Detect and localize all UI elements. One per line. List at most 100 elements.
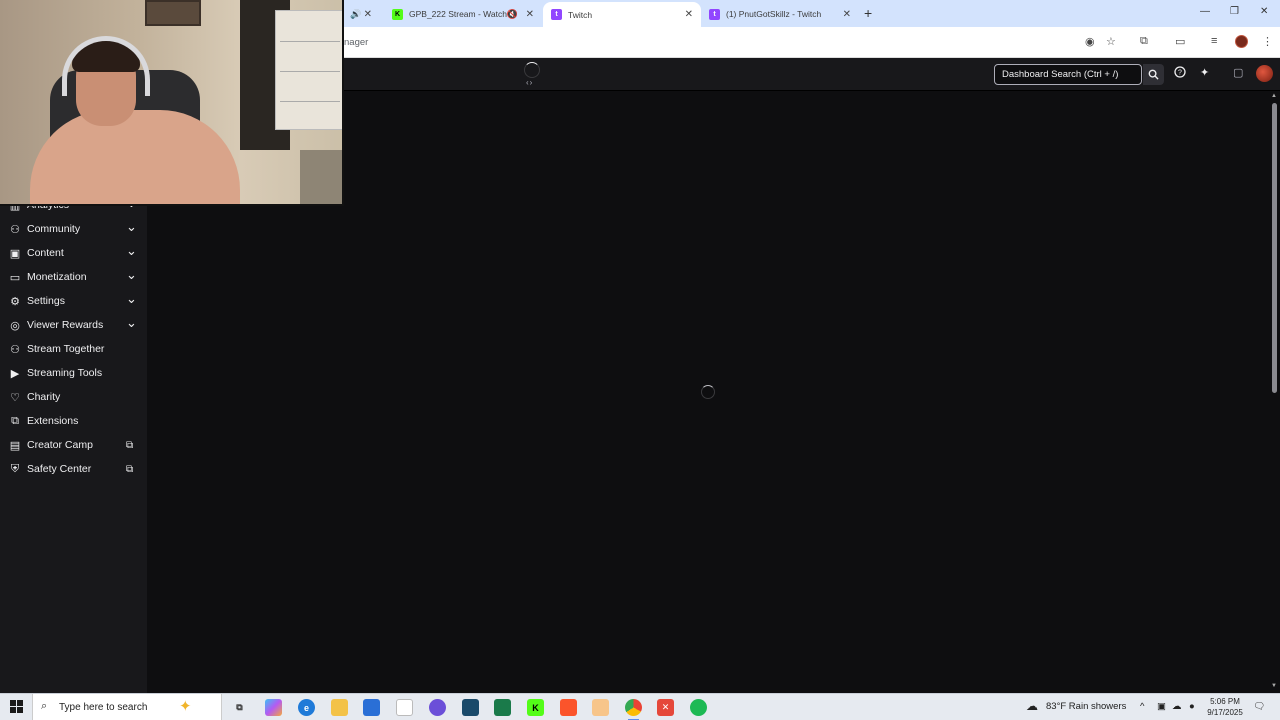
kick-icon: K bbox=[392, 8, 403, 20]
eye-off-icon[interactable]: ◉ bbox=[1085, 35, 1095, 48]
address-bar[interactable]: nager bbox=[340, 30, 1140, 54]
star-icon[interactable]: ☆ bbox=[1106, 35, 1116, 48]
svg-text:?: ? bbox=[1178, 70, 1182, 77]
sidebar-item-settings[interactable]: ⚙ Settings ⌄ bbox=[0, 290, 147, 312]
restore-icon[interactable]: ❐ bbox=[1230, 6, 1239, 17]
cast-icon[interactable]: ▭ bbox=[1175, 35, 1185, 48]
settings-icon: ⚙ bbox=[10, 295, 20, 308]
sidebar-item-label: Viewer Rewards bbox=[27, 319, 104, 331]
search-icon: ⌕ bbox=[41, 700, 48, 712]
brave-icon[interactable] bbox=[560, 699, 577, 716]
dashboard-search-input[interactable]: Dashboard Search (Ctrl + /) bbox=[994, 64, 1142, 85]
new-tab-button[interactable]: + bbox=[864, 5, 872, 21]
chevron-down-icon[interactable]: ⌄ bbox=[126, 219, 137, 235]
tab-twitch[interactable]: t Twitch ✕ bbox=[543, 2, 701, 27]
taskbar-search[interactable]: ⌕ Type here to search ✦ bbox=[32, 694, 222, 720]
tab-kick-stream[interactable]: K GPB_222 Stream - Watch Li 🔇 ✕ bbox=[384, 3, 542, 25]
close-icon[interactable]: ✕ bbox=[364, 9, 372, 20]
files-icon[interactable] bbox=[592, 699, 609, 716]
notifications-icon[interactable]: 🗨 bbox=[1253, 701, 1265, 712]
user-avatar[interactable] bbox=[1256, 65, 1273, 82]
taskbar-search-placeholder: Type here to search bbox=[59, 702, 148, 713]
sidebar-item-label: Stream Together bbox=[27, 343, 105, 355]
sidebar-item-charity[interactable]: ♡ Charity bbox=[0, 386, 147, 408]
spotify-icon[interactable] bbox=[690, 699, 707, 716]
collapse-arrows-icon[interactable]: ‹› bbox=[526, 78, 533, 87]
task-view-icon[interactable]: ⧉ bbox=[231, 699, 248, 716]
stream-together-icon: ⚇ bbox=[10, 343, 20, 356]
sidebar-item-streaming-tools[interactable]: ▶ Streaming Tools bbox=[0, 362, 147, 384]
xbox-icon[interactable] bbox=[494, 699, 511, 716]
twitch-icon: t bbox=[551, 9, 562, 20]
clock-time: 5:06 PM bbox=[1210, 697, 1240, 706]
speaker-icon: 🔊 bbox=[350, 8, 362, 19]
app-icon[interactable] bbox=[429, 699, 446, 716]
screen: 🔊 ✕ K GPB_222 Stream - Watch Li 🔇 ✕ t Tw… bbox=[0, 0, 1280, 720]
scroll-down-arrow[interactable]: ▼ bbox=[1271, 683, 1277, 689]
muted-speaker-icon[interactable]: 🔇 bbox=[507, 9, 518, 20]
scroll-up-arrow[interactable]: ▲ bbox=[1271, 93, 1277, 99]
monetization-icon: ▭ bbox=[9, 271, 21, 284]
sparkle-icon[interactable]: ✦ bbox=[1200, 66, 1209, 79]
sidebar-item-community[interactable]: ⚇ Community ⌄ bbox=[0, 218, 147, 240]
sidebar-item-viewer-rewards[interactable]: ◎ Viewer Rewards ⌄ bbox=[0, 314, 147, 336]
copilot-icon[interactable] bbox=[265, 699, 282, 716]
extensions-puzzle-icon[interactable]: ⧉ bbox=[1140, 35, 1148, 48]
media-control-icon[interactable]: ≡ bbox=[1211, 35, 1217, 47]
close-app-icon[interactable]: ✕ bbox=[657, 699, 674, 716]
external-link-icon[interactable]: ⧉ bbox=[126, 440, 133, 451]
scrollbar[interactable]: ▲ ▼ bbox=[1268, 91, 1280, 693]
sidebar-item-creator-camp[interactable]: ▤ Creator Camp ⧉ bbox=[0, 434, 147, 456]
tray-chevron-icon[interactable]: ^ bbox=[1140, 701, 1144, 712]
tab-audio-partial[interactable]: 🔊 ✕ bbox=[344, 3, 374, 25]
creator-camp-icon: ▤ bbox=[9, 439, 21, 452]
close-icon[interactable]: ✕ bbox=[526, 9, 534, 20]
store-icon[interactable] bbox=[363, 699, 380, 716]
sidebar-item-label: Extensions bbox=[27, 415, 79, 427]
sidebar-item-label: Creator Camp bbox=[27, 439, 93, 451]
sidebar-item-extensions[interactable]: ⧉ Extensions bbox=[0, 410, 147, 432]
whisper-icon[interactable]: ▢ bbox=[1233, 66, 1243, 79]
search-highlight-icon: ✦ bbox=[179, 698, 192, 715]
close-icon[interactable]: ✕ bbox=[685, 9, 693, 20]
chevron-down-icon[interactable]: ⌄ bbox=[126, 267, 137, 283]
sidebar-item-stream-together[interactable]: ⚇ Stream Together bbox=[0, 338, 147, 360]
mic-icon[interactable]: ● bbox=[1189, 701, 1195, 712]
weather-text[interactable]: 83°F Rain showers bbox=[1046, 701, 1126, 712]
chrome-icon[interactable] bbox=[625, 699, 642, 720]
external-link-icon[interactable]: ⧉ bbox=[126, 464, 133, 475]
minimize-icon[interactable]: — bbox=[1200, 6, 1210, 17]
file-explorer-icon[interactable] bbox=[331, 699, 348, 716]
scroll-thumb[interactable] bbox=[1272, 103, 1277, 393]
terminal-icon[interactable] bbox=[462, 699, 479, 716]
onedrive-icon[interactable]: ☁ bbox=[1172, 701, 1182, 712]
tab-pnutgotskillz[interactable]: t (1) PnutGotSkillz - Twitch ✕ bbox=[701, 3, 859, 25]
edge-icon[interactable]: e bbox=[298, 699, 315, 716]
clock[interactable]: 5:06 PM 9/17/2025 bbox=[1200, 696, 1250, 718]
windows-start-icon[interactable] bbox=[10, 700, 23, 713]
tab-title: (1) PnutGotSkillz - Twitch bbox=[726, 9, 822, 19]
sidebar-item-monetization[interactable]: ▭ Monetization ⌄ bbox=[0, 266, 147, 288]
loading-spinner bbox=[524, 62, 540, 78]
close-window-icon[interactable]: ✕ bbox=[1260, 6, 1268, 17]
chevron-down-icon[interactable]: ⌄ bbox=[126, 315, 137, 331]
chevron-down-icon[interactable]: ⌄ bbox=[126, 243, 137, 259]
chevron-down-icon[interactable]: ⌄ bbox=[126, 291, 137, 307]
menu-kebab-icon[interactable]: ⋮ bbox=[1262, 35, 1273, 48]
sidebar-item-safety-center[interactable]: ⛨ Safety Center ⧉ bbox=[0, 458, 147, 480]
search-button[interactable] bbox=[1143, 64, 1164, 85]
kick-icon[interactable]: K bbox=[527, 699, 544, 716]
notepad-icon[interactable] bbox=[396, 699, 413, 716]
tray-app-icon[interactable]: ▣ bbox=[1157, 701, 1166, 712]
sidebar-item-content[interactable]: ▣ Content ⌄ bbox=[0, 242, 147, 264]
weather-icon[interactable]: ☁ bbox=[1026, 699, 1038, 713]
sidebar-item-label: Settings bbox=[27, 295, 65, 307]
help-icon[interactable]: ? bbox=[1174, 66, 1186, 81]
loading-spinner bbox=[701, 385, 715, 399]
tab-title: GPB_222 Stream - Watch Li bbox=[409, 9, 516, 19]
twitch-icon: t bbox=[709, 8, 720, 20]
safety-center-icon: ⛨ bbox=[10, 462, 20, 475]
close-icon[interactable]: ✕ bbox=[843, 9, 851, 20]
sidebar-item-label: Community bbox=[27, 223, 81, 235]
profile-avatar[interactable] bbox=[1235, 35, 1248, 48]
